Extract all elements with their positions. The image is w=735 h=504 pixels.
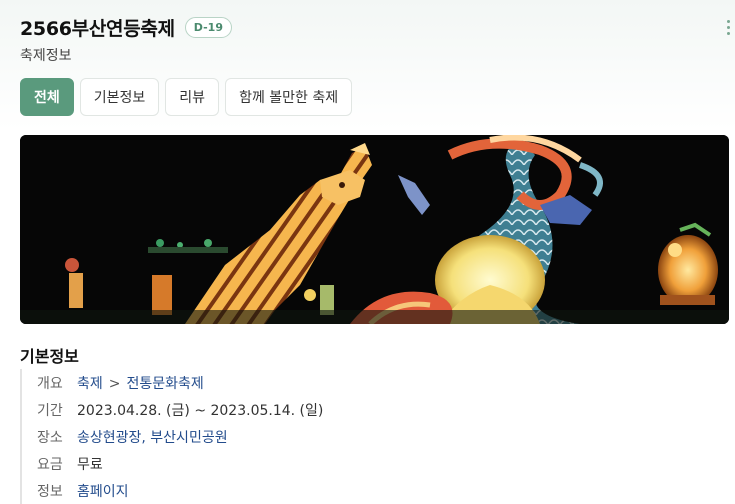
festival-image bbox=[20, 135, 729, 324]
title-row: 2566부산연등축제 D-19 bbox=[20, 14, 232, 41]
fee-label: 요금 bbox=[37, 456, 63, 473]
overview-label: 개요 bbox=[37, 375, 63, 392]
lantern-illustration bbox=[20, 135, 729, 324]
info-row-overview: 개요 축제 > 전통문화축제 bbox=[37, 369, 637, 396]
info-row-fee: 요금 무료 bbox=[37, 450, 637, 477]
tab-related-festivals[interactable]: 함께 볼만한 축제 bbox=[225, 78, 353, 116]
info-row-place: 장소 송상현광장, 부산시민공원 bbox=[37, 423, 637, 450]
period-label: 기간 bbox=[37, 402, 63, 419]
kebab-menu-icon[interactable] bbox=[725, 20, 731, 40]
category-separator: > bbox=[108, 375, 121, 392]
info-row-website: 정보 홈페이지 bbox=[37, 477, 637, 504]
info-label: 정보 bbox=[37, 483, 63, 500]
basic-info-list: 개요 축제 > 전통문화축제 기간 2023.04.28. (금) ~ 2023.0… bbox=[20, 369, 637, 504]
tab-reviews[interactable]: 리뷰 bbox=[165, 78, 220, 116]
homepage-link[interactable]: 홈페이지 bbox=[77, 481, 129, 501]
overview-value: 축제 > 전통문화축제 bbox=[77, 373, 204, 393]
dday-badge: D-19 bbox=[184, 17, 232, 38]
place-link[interactable]: 송상현광장, 부산시민공원 bbox=[77, 427, 228, 447]
festival-subtitle: 축제정보 bbox=[20, 48, 72, 64]
section-title-basic-info: 기본정보 bbox=[20, 347, 79, 366]
festival-panel: 2566부산연등축제 D-19 축제정보 전체 기본정보 리뷰 함께 볼만한 축… bbox=[0, 0, 735, 504]
fee-value: 무료 bbox=[77, 456, 103, 473]
tab-basic-info[interactable]: 기본정보 bbox=[79, 78, 160, 116]
tab-all[interactable]: 전체 bbox=[20, 78, 74, 116]
category-link[interactable]: 축제 bbox=[77, 376, 103, 392]
place-label: 장소 bbox=[37, 429, 63, 446]
festival-title: 2566부산연등축제 bbox=[20, 18, 175, 40]
tab-bar: 전체 기본정보 리뷰 함께 볼만한 축제 bbox=[20, 78, 353, 116]
period-value: 2023.04.28. (금) ~ 2023.05.14. (일) bbox=[77, 402, 324, 419]
subcategory-link[interactable]: 전통문화축제 bbox=[127, 376, 204, 392]
info-row-period: 기간 2023.04.28. (금) ~ 2023.05.14. (일) bbox=[37, 396, 637, 423]
